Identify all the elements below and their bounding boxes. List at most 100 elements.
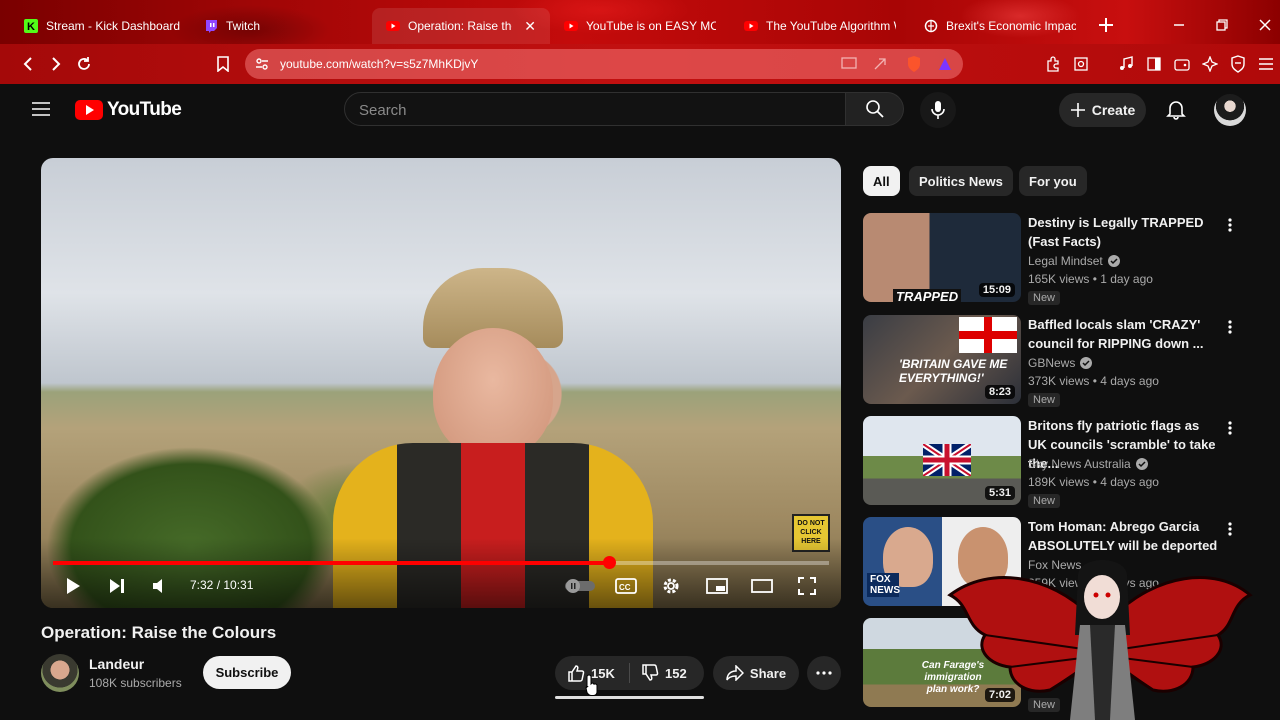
chip-politics-news[interactable]: Politics News <box>909 166 1013 196</box>
screenshot-icon[interactable] <box>1071 54 1091 74</box>
progress-bar[interactable] <box>53 556 829 569</box>
captions-icon[interactable]: CC <box>614 574 638 598</box>
svg-text:K: K <box>27 21 35 33</box>
video-title: Operation: Raise the Colours <box>41 623 277 642</box>
more-options-icon[interactable] <box>1227 420 1237 438</box>
brave-shield-icon[interactable] <box>906 55 922 73</box>
sidebar-toggle-icon[interactable] <box>1144 54 1164 74</box>
rewards-icon[interactable] <box>937 56 953 72</box>
recommended-video[interactable]: Can Farage's immigration plan work? 7:02… <box>863 618 1263 712</box>
thumbnail-text: 'BRITAIN GAVE ME EVERYTHING!' <box>899 357 1008 385</box>
recommended-video[interactable]: FOX NEWS Tom Homan: Abrego Garcia ABSOLU… <box>863 517 1263 609</box>
notifications-bell-icon[interactable] <box>1165 98 1187 120</box>
chip-for-you[interactable]: For you <box>1019 166 1087 196</box>
youtube-logo[interactable]: YouTube <box>75 99 182 121</box>
more-options-icon[interactable] <box>1227 521 1237 539</box>
voice-search-button[interactable] <box>920 92 956 128</box>
channel-name[interactable]: Sky News Australia <box>1028 457 1148 471</box>
video-thumbnail[interactable]: FOX NEWS <box>863 517 1021 606</box>
dislike-count: 152 <box>665 665 687 681</box>
share-page-icon[interactable] <box>873 57 889 71</box>
new-badge: New <box>1028 393 1061 407</box>
tab-youtube-algorithm[interactable]: The YouTube Algorithm W <box>730 8 910 44</box>
youtube-logo-icon <box>75 100 103 120</box>
site-settings-icon[interactable] <box>254 56 270 72</box>
dislike-button[interactable]: 152 <box>641 656 687 690</box>
more-options-icon[interactable] <box>1227 217 1237 235</box>
theater-mode-icon[interactable] <box>750 574 774 598</box>
forward-icon[interactable] <box>46 54 66 74</box>
new-tab-icon[interactable] <box>1097 16 1115 34</box>
tab-label: Twitch <box>226 19 261 33</box>
cast-icon[interactable] <box>841 57 857 71</box>
bookmark-icon[interactable] <box>213 54 233 74</box>
tab-label: Brexit's Economic Impact a <box>946 19 1076 33</box>
youtube-icon <box>386 19 400 33</box>
tab-brexit-economic-impact[interactable]: Brexit's Economic Impact a <box>910 8 1090 44</box>
video-thumbnail[interactable]: 5:31 <box>863 416 1021 505</box>
recommended-video[interactable]: 5:31 Britons fly patriotic flags as UK c… <box>863 416 1263 508</box>
video-title[interactable]: Destiny is Legally TRAPPED (Fast Facts) <box>1028 213 1218 251</box>
close-icon[interactable]: ✕ <box>524 18 536 35</box>
account-avatar[interactable] <box>1214 94 1246 126</box>
recommended-video[interactable]: 'BRITAIN GAVE ME EVERYTHING!' 8:23 Baffl… <box>863 315 1263 407</box>
vpn-shield-icon[interactable] <box>1228 54 1248 74</box>
video-player[interactable]: DO NOT CLICK HERE 7:32 / 10:31 CC <box>41 158 841 608</box>
video-thumbnail[interactable]: Can Farage's immigration plan work? 7:02 <box>863 618 1021 707</box>
extensions-icon[interactable] <box>1043 54 1063 74</box>
wallet-icon[interactable] <box>1172 54 1192 74</box>
next-video-icon[interactable] <box>105 574 129 598</box>
new-badge: New <box>1028 494 1061 508</box>
tab-label: Stream - Kick Dashboard <box>46 19 181 33</box>
tab-operation-raise-colours[interactable]: Operation: Raise the C ✕ <box>372 8 550 44</box>
video-thumbnail[interactable]: 'BRITAIN GAVE ME EVERYTHING!' 8:23 <box>863 315 1021 404</box>
restore-icon[interactable] <box>1211 14 1233 36</box>
channel-name[interactable]: Landeur <box>89 656 144 672</box>
thumbnail-text: TRAPPED <box>893 289 962 302</box>
share-button[interactable]: Share <box>713 656 799 690</box>
subscribe-button[interactable]: Subscribe <box>203 656 291 689</box>
video-thumbnail[interactable]: TRAPPED 15:09 <box>863 213 1021 302</box>
like-dislike-group: 15K 152 <box>555 656 704 690</box>
tab-label: Operation: Raise the C <box>408 19 512 33</box>
close-window-icon[interactable] <box>1254 14 1276 36</box>
settings-gear-icon[interactable] <box>659 574 683 598</box>
tab-twitch[interactable]: Twitch <box>190 8 370 44</box>
tab-youtube-easy-mode[interactable]: YouTube is on EASY MODE <box>550 8 730 44</box>
back-icon[interactable] <box>18 54 38 74</box>
search-button[interactable] <box>846 92 904 126</box>
play-icon[interactable] <box>61 574 85 598</box>
new-badge: New <box>1028 698 1061 712</box>
tab-kick-dashboard[interactable]: K Stream - Kick Dashboard <box>10 8 195 44</box>
channel-name[interactable]: Fox News <box>1028 558 1081 572</box>
more-actions-icon[interactable] <box>807 656 841 690</box>
url-bar[interactable]: youtube.com/watch?v=s5z7MhKDjvY <box>245 49 963 79</box>
search-input[interactable]: Search <box>344 92 846 126</box>
youtube-icon <box>744 19 758 33</box>
video-title[interactable]: Baffled locals slam 'CRAZY' council for … <box>1028 315 1218 353</box>
hamburger-menu-icon[interactable] <box>31 101 51 117</box>
video-duration: 5:31 <box>984 486 1015 500</box>
kick-icon: K <box>24 19 38 33</box>
video-title[interactable]: Tom Homan: Abrego Garcia ABSOLUTELY will… <box>1028 517 1218 555</box>
svg-text:CC: CC <box>619 583 631 592</box>
channel-name[interactable]: Legal Mindset <box>1028 254 1120 268</box>
recommended-video[interactable]: TRAPPED 15:09 Destiny is Legally TRAPPED… <box>863 213 1263 305</box>
chip-all[interactable]: All <box>863 166 900 196</box>
music-icon[interactable] <box>1116 54 1136 74</box>
menu-icon[interactable] <box>1256 54 1276 74</box>
verified-check-icon <box>1135 458 1148 470</box>
more-options-icon[interactable] <box>1227 319 1237 337</box>
leo-ai-icon[interactable] <box>1200 54 1220 74</box>
channel-avatar[interactable] <box>41 654 79 692</box>
autoplay-toggle[interactable] <box>563 574 597 598</box>
video-duration: 15:09 <box>978 283 1015 297</box>
channel-name[interactable]: GBNews <box>1028 356 1093 370</box>
fullscreen-icon[interactable] <box>795 574 819 598</box>
minimize-icon[interactable] <box>1168 14 1190 36</box>
video-duration: 8:23 <box>984 385 1015 399</box>
create-button[interactable]: Create <box>1059 93 1146 127</box>
reload-icon[interactable] <box>74 54 94 74</box>
miniplayer-icon[interactable] <box>705 574 729 598</box>
volume-icon[interactable] <box>148 574 172 598</box>
